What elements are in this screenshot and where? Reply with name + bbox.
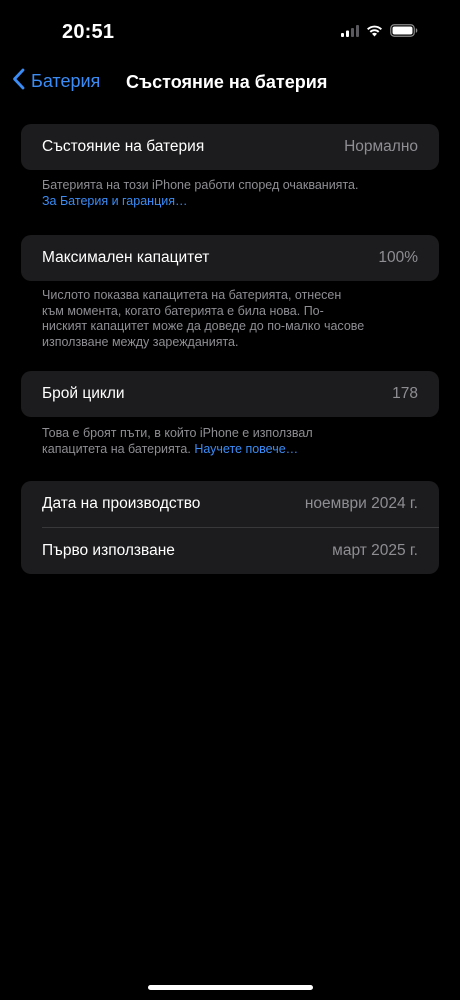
- back-button[interactable]: Батерия: [12, 68, 100, 95]
- battery-icon: [390, 24, 418, 42]
- back-label: Батерия: [31, 71, 101, 91]
- manufacture-date-label: Дата на производство: [42, 495, 201, 512]
- max-capacity-row: Максимален капацитет 100%: [21, 235, 439, 281]
- first-use-value: март 2025 г.: [332, 542, 418, 559]
- max-capacity-footnote-line: използване между зарежданията.: [42, 334, 239, 349]
- max-capacity-group: Максимален капацитет 100%: [21, 235, 439, 281]
- battery-condition-footnote: Батерията на този iPhone работи според о…: [42, 178, 422, 209]
- wifi-icon: [366, 24, 383, 42]
- manufacture-date-row: Дата на производство ноември 2024 г.: [21, 481, 439, 527]
- chevron-left-icon: [12, 68, 25, 95]
- nav-bar: Батерия Състояние на батерия: [0, 60, 460, 104]
- learn-more-link[interactable]: Научете повече…: [194, 442, 298, 456]
- first-use-label: Първо използване: [42, 542, 175, 559]
- battery-condition-footnote-text: Батерията на този iPhone работи според о…: [42, 178, 359, 192]
- status-icons: [341, 24, 418, 42]
- manufacture-date-value: ноември 2024 г.: [304, 495, 418, 512]
- battery-condition-row[interactable]: Състояние на батерия Нормално: [21, 124, 439, 170]
- cycle-count-group: Брой цикли 178: [21, 371, 439, 417]
- first-use-row: Първо използване март 2025 г.: [21, 528, 439, 574]
- status-bar: 20:51: [0, 0, 460, 60]
- max-capacity-footnote-line: ниският капацитет може да доведе до по-м…: [42, 319, 365, 333]
- home-indicator[interactable]: [148, 985, 313, 990]
- cycle-count-label: Брой цикли: [42, 385, 125, 402]
- dates-group: Дата на производство ноември 2024 г. Пър…: [21, 481, 439, 574]
- battery-condition-label: Състояние на батерия: [42, 138, 205, 155]
- status-time: 20:51: [62, 21, 115, 43]
- cycle-count-footnote-text: капацитета на батерията.: [42, 441, 191, 456]
- battery-warranty-link[interactable]: За Батерия и гаранция…: [42, 194, 422, 210]
- max-capacity-footnote-line: Числото показва капацитета на батерията,…: [42, 288, 342, 302]
- max-capacity-label: Максимален капацитет: [42, 249, 210, 266]
- cycle-count-value: 178: [392, 385, 418, 402]
- max-capacity-footnote: Числото показва капацитета на батерията,…: [42, 288, 422, 350]
- signal-icon: [341, 24, 359, 42]
- cycle-count-footnote-line: капацитета на батерията. Научете повече…: [42, 442, 422, 458]
- battery-condition-group: Състояние на батерия Нормално: [21, 124, 439, 170]
- max-capacity-value: 100%: [378, 249, 418, 266]
- page-title: Състояние на батерия: [126, 72, 328, 92]
- cycle-count-footnote-line: Това е броят пъти, в който iPhone е изпо…: [42, 426, 313, 440]
- max-capacity-footnote-line: към момента, когато батерията е била нов…: [42, 303, 324, 318]
- cycle-count-row: Брой цикли 178: [21, 371, 439, 417]
- battery-condition-value: Нормално: [344, 138, 418, 155]
- cycle-count-footnote: Това е броят пъти, в който iPhone е изпо…: [42, 426, 422, 457]
